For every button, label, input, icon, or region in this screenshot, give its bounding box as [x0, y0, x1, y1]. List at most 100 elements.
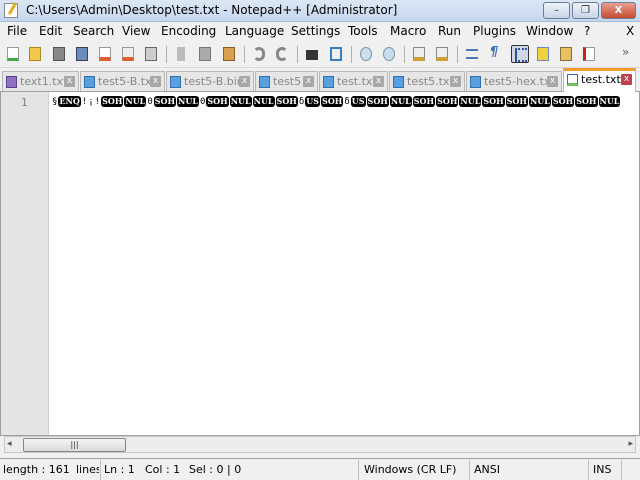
control-char-token: SOH: [575, 96, 598, 107]
status-lines: lines: [76, 463, 99, 476]
tab-close-icon[interactable]: x: [373, 76, 384, 87]
restore-button[interactable]: ❐: [572, 2, 599, 19]
tab-close-icon[interactable]: x: [303, 76, 314, 87]
paste-button[interactable]: [220, 45, 238, 63]
menu-macro[interactable]: Macro: [390, 24, 426, 38]
replace-icon: [330, 47, 342, 61]
save-button[interactable]: [50, 45, 68, 63]
toolbar-separator: [166, 46, 167, 63]
scrollbar-thumb[interactable]: |||: [23, 438, 126, 452]
control-char-token: SOH: [206, 96, 229, 107]
scroll-right-arrow-icon[interactable]: ▸: [628, 439, 633, 449]
indent-guide-button[interactable]: [511, 45, 529, 63]
open-folder-icon: [29, 47, 41, 61]
status-encoding[interactable]: ANSI: [474, 463, 500, 476]
editor-area[interactable]: 1 § ENQ !¡! SOH NUL 0 SOH NUL 0 SOH NUL NUL SOH δ US SO…: [0, 92, 640, 436]
show-all-characters-button[interactable]: ¶: [487, 45, 505, 63]
menu-language[interactable]: Language: [225, 24, 284, 38]
menu-edit[interactable]: Edit: [39, 24, 62, 38]
zoom-out-icon: [383, 47, 395, 61]
tab-test5-b-bin[interactable]: test5-B.bin x: [166, 71, 254, 91]
tab-test5-txt[interactable]: test5.txt x: [389, 71, 465, 91]
find-button[interactable]: [303, 45, 321, 63]
binoculars-icon: [306, 50, 318, 60]
word-wrap-button[interactable]: [463, 45, 481, 63]
control-char-token: SOH: [101, 96, 124, 107]
new-file-button[interactable]: [4, 45, 22, 63]
menu-settings[interactable]: Settings: [291, 24, 340, 38]
menu-plugins[interactable]: Plugins: [473, 24, 516, 38]
menu-window[interactable]: Window: [526, 24, 573, 38]
word-wrap-icon: [466, 49, 478, 59]
sync-vertical-button[interactable]: [410, 45, 428, 63]
function-list-button[interactable]: [580, 45, 598, 63]
menu-help[interactable]: ?: [584, 24, 590, 38]
tab-close-icon[interactable]: x: [547, 76, 558, 87]
tab-test-txt-active[interactable]: test.txt x: [563, 68, 636, 92]
close-file-icon: [99, 47, 111, 61]
status-eol[interactable]: Windows (CR LF): [364, 463, 456, 476]
menu-run[interactable]: Run: [438, 24, 461, 38]
tab-test5-hex-txt[interactable]: test5-hex.txt x: [466, 71, 562, 91]
tab-close-icon[interactable]: x: [150, 76, 161, 87]
tab-label: test5-hex.txt: [484, 75, 555, 88]
control-char-token: NUL: [389, 96, 412, 107]
scroll-left-arrow-icon[interactable]: ◂: [7, 439, 12, 449]
close-button[interactable]: X: [601, 2, 636, 19]
menu-search[interactable]: Search: [73, 24, 114, 38]
tab-text1-txt[interactable]: text1.txt x: [2, 71, 79, 91]
undo-button[interactable]: [250, 45, 268, 63]
notepadpp-app-icon: [4, 3, 18, 18]
document-map-button[interactable]: [557, 45, 575, 63]
file-icon: [84, 76, 95, 88]
menu-encoding[interactable]: Encoding: [161, 24, 216, 38]
control-char-token: SOH: [153, 96, 177, 107]
status-insert-mode[interactable]: INS: [593, 463, 611, 476]
tab-test5[interactable]: test5 x: [255, 71, 318, 91]
sync-horizontal-button[interactable]: [433, 45, 451, 63]
tab-test5-b-txt[interactable]: test5-B.txt x: [80, 71, 165, 91]
status-line: Ln : 1: [104, 463, 135, 476]
tab-close-icon[interactable]: x: [64, 76, 75, 87]
control-char-token: NUL: [528, 96, 551, 107]
cut-button[interactable]: [172, 45, 190, 63]
save-all-icon: [76, 47, 88, 61]
status-separator: [621, 460, 622, 480]
title-bar: C:\Users\Admin\Desktop\test.txt - Notepa…: [0, 0, 640, 22]
tab-label: text1.txt: [20, 75, 68, 88]
menu-view[interactable]: View: [122, 24, 150, 38]
char-token: §: [52, 97, 58, 107]
menu-file[interactable]: File: [7, 24, 27, 38]
file-icon: [170, 76, 181, 88]
save-all-button[interactable]: [73, 45, 91, 63]
horizontal-scrollbar[interactable]: ◂ ||| ▸: [4, 436, 636, 453]
close-document-button[interactable]: X: [626, 24, 634, 38]
control-char-token: NUL: [598, 96, 621, 107]
copy-button[interactable]: [196, 45, 214, 63]
cut-icon: [177, 47, 185, 61]
user-language-button[interactable]: [534, 45, 552, 63]
control-char-token: SOH: [551, 96, 575, 107]
menu-tools[interactable]: Tools: [348, 24, 378, 38]
tab-label: test5: [273, 75, 302, 88]
control-char-token: NUL: [124, 96, 147, 107]
open-file-button[interactable]: [26, 45, 44, 63]
tab-close-icon[interactable]: x: [450, 76, 461, 87]
editor-line: § ENQ !¡! SOH NUL 0 SOH NUL 0 SOH NUL NUL SOH δ US SOH δ…: [52, 96, 621, 108]
redo-button[interactable]: [273, 45, 291, 63]
tab-label: test5-B.txt: [98, 75, 156, 88]
zoom-out-button[interactable]: [380, 45, 398, 63]
save-icon: [53, 47, 65, 61]
toolbar-overflow-button[interactable]: »: [622, 45, 629, 59]
tab-close-icon[interactable]: x: [239, 76, 250, 87]
replace-button[interactable]: [327, 45, 345, 63]
tab-close-icon[interactable]: x: [621, 74, 632, 85]
zoom-in-button[interactable]: [357, 45, 375, 63]
close-file-button[interactable]: [96, 45, 114, 63]
tab-label: test5-B.bin: [184, 75, 244, 88]
close-all-button[interactable]: [119, 45, 137, 63]
tab-test-txt[interactable]: test.txt x: [319, 71, 388, 91]
print-button[interactable]: [142, 45, 160, 63]
char-token: 0: [147, 97, 153, 107]
minimize-button[interactable]: –: [543, 2, 570, 19]
